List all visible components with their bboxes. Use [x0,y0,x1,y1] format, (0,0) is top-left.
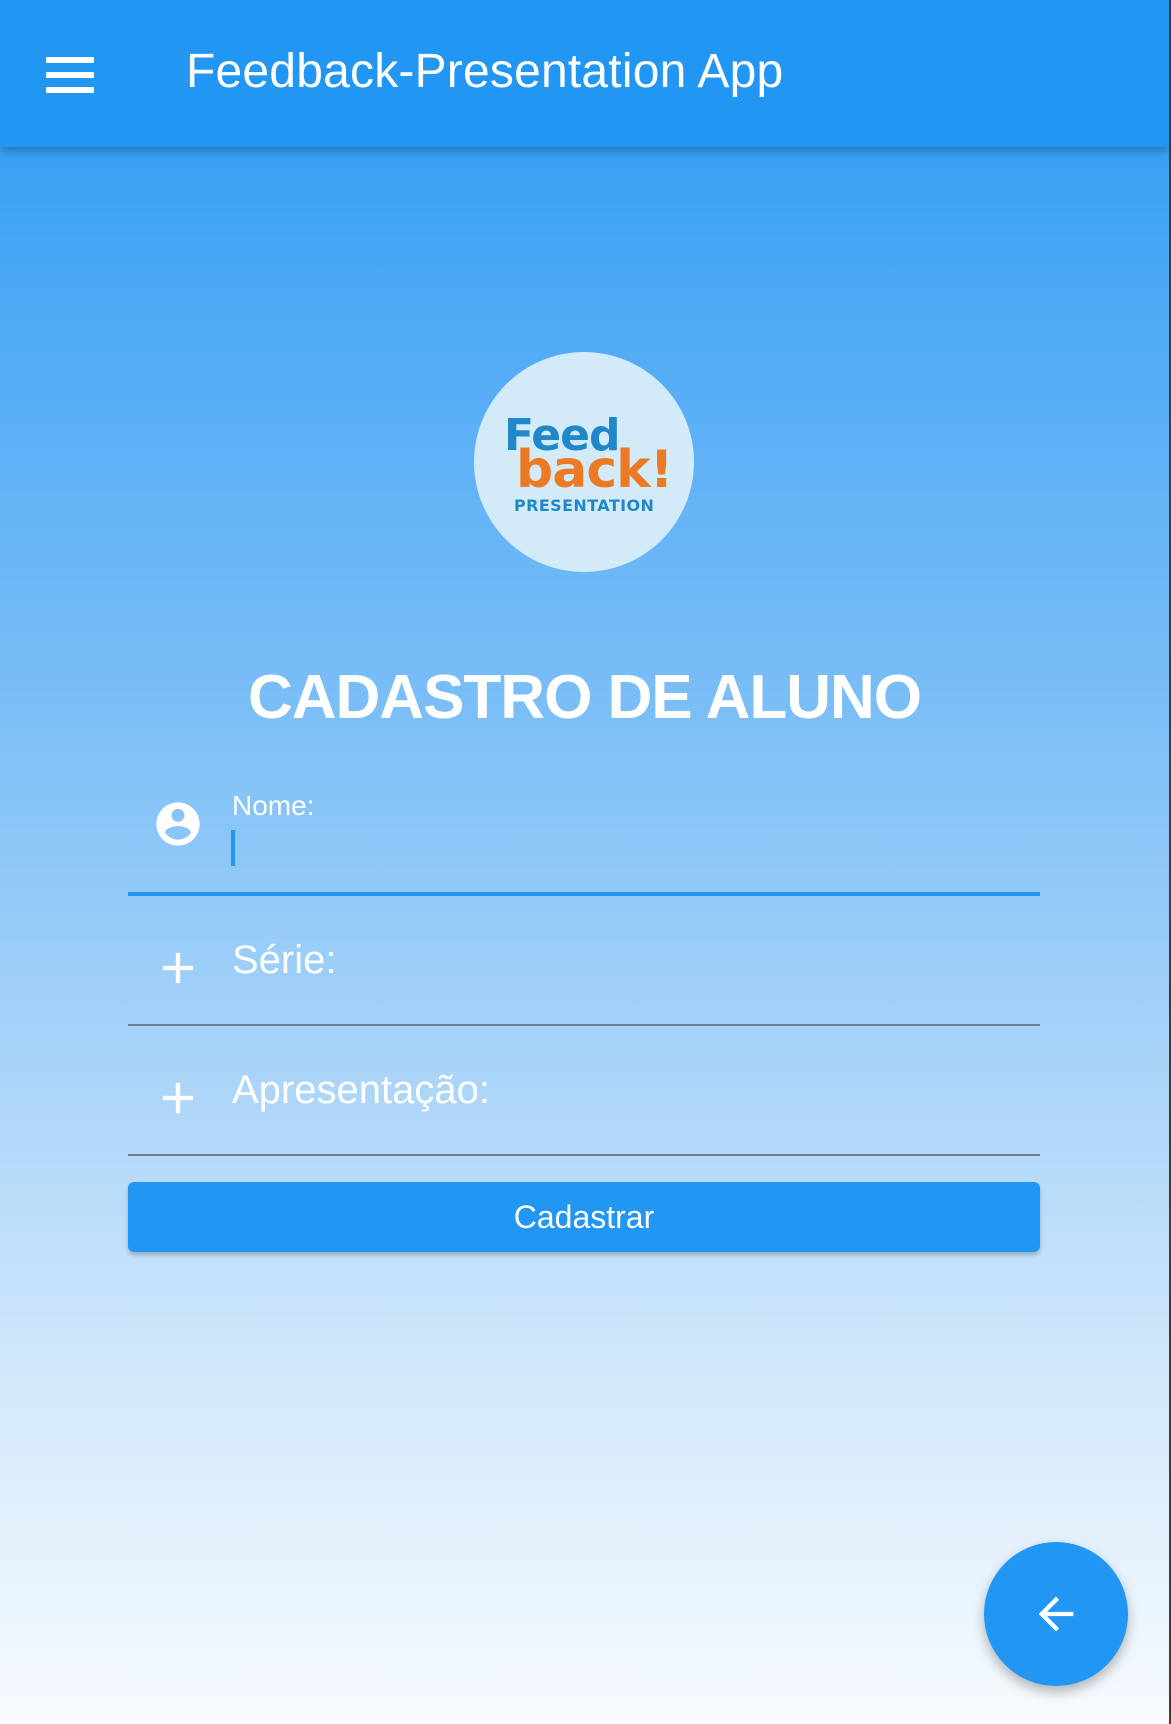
apresentacao-underline [128,1154,1040,1156]
apresentacao-field[interactable]: Apresentação: [128,1034,1040,1156]
nome-label: Nome: [232,790,315,821]
plus-icon [162,1082,194,1114]
page-title: CADASTRO DE ALUNO [247,663,922,732]
back-fab-button[interactable] [984,1542,1128,1686]
serie-field[interactable]: Série: [128,904,1040,1026]
logo-text-back: back! [516,440,673,500]
serie-label: Série: [232,938,337,982]
account-circle-icon [156,802,200,846]
feedback-presentation-logo: Feed back! PRESENTATION [474,352,694,572]
serie-underline [128,1024,1040,1026]
screen: Feedback-Presentation App Feed back! PRE… [0,0,1169,1724]
cadastrar-button[interactable]: Cadastrar [128,1182,1040,1252]
app-bar: Feedback-Presentation App [0,0,1169,147]
logo-text-presentation: PRESENTATION [514,496,655,515]
nome-underline [128,892,1040,896]
hamburger-menu-icon[interactable] [30,40,112,110]
nome-field[interactable]: Nome: [128,774,1040,896]
apresentacao-label: Apresentação: [232,1068,490,1112]
text-cursor [231,830,235,866]
app-title: Feedback-Presentation App [186,45,784,98]
plus-icon [162,952,194,984]
arrow-back-icon [1038,1596,1074,1632]
